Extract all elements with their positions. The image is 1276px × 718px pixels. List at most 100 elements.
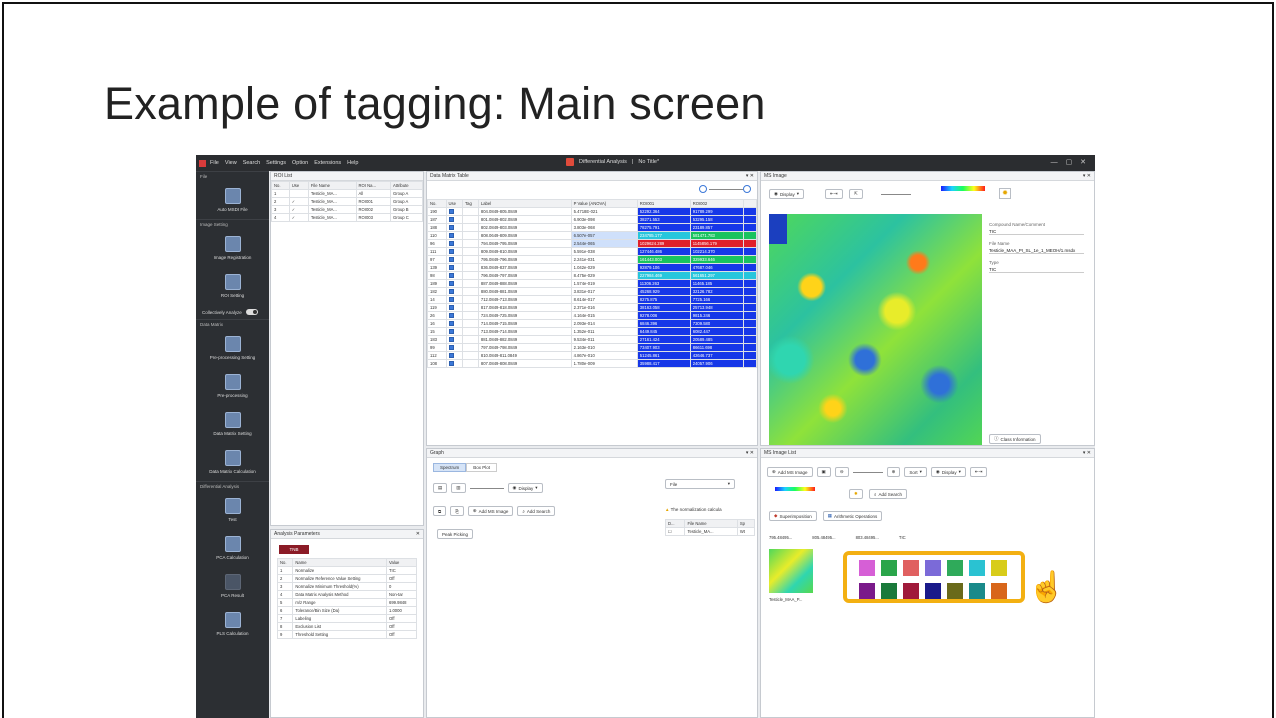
sun-icon[interactable]: ✹ bbox=[999, 188, 1011, 199]
paste-icon[interactable]: ⎘ bbox=[450, 506, 464, 516]
table-row[interactable]: 188 802.0849-803.0849 3.803e-068 78275.791 2… bbox=[427, 223, 757, 232]
checkbox-icon[interactable] bbox=[448, 208, 454, 214]
tag-color-swatch[interactable] bbox=[969, 560, 985, 576]
checkbox-icon[interactable] bbox=[448, 328, 454, 334]
checkbox-icon[interactable] bbox=[448, 344, 454, 350]
checkbox-icon[interactable] bbox=[448, 288, 454, 294]
table-row[interactable]: 190 804.0849-805.0849 5.4718E-021 52292.364… bbox=[427, 207, 757, 216]
class-information-button[interactable]: ⓘ Class Information bbox=[989, 434, 1041, 444]
collectively-analyze-toggle[interactable]: Collectively Analyze bbox=[196, 305, 269, 319]
close-icon[interactable]: ▾ ✕ bbox=[746, 172, 754, 181]
tag-color-swatch[interactable] bbox=[991, 560, 1007, 576]
tag-color-swatch[interactable] bbox=[925, 560, 941, 576]
arithmetic-button[interactable]: ▦ Arithmetic Operations bbox=[822, 511, 883, 521]
list-add-search-button[interactable]: ⌕ Add Search bbox=[869, 489, 908, 499]
checkbox-icon[interactable] bbox=[448, 272, 454, 278]
peak-picking-button[interactable]: Peak Picking bbox=[437, 529, 474, 539]
checkbox-icon[interactable] bbox=[448, 240, 454, 246]
table-row[interactable]: 97 795.0849-796.0849 2.241e-031 161443.003 3… bbox=[427, 255, 757, 264]
zoom-slider[interactable] bbox=[709, 189, 743, 190]
tab-spectrum[interactable]: Spectrum bbox=[433, 463, 467, 472]
sidebar-btn-auto-msdi[interactable]: Auto MSDI File bbox=[196, 181, 269, 219]
list-sun-button[interactable]: ✹ bbox=[849, 489, 863, 499]
sidebar-btn-preproc-setting[interactable]: Pre-processing Setting bbox=[196, 329, 269, 367]
tag-color-swatch[interactable] bbox=[859, 560, 875, 576]
menu-settings[interactable]: Settings bbox=[266, 160, 286, 166]
table-row[interactable]: 3 Normalize Minimum Threshold(%) 0 bbox=[276, 582, 418, 591]
menu-extensions[interactable]: Extensions bbox=[314, 160, 341, 166]
fit-button[interactable]: ⇤⇥ bbox=[825, 189, 843, 199]
sidebar-section-matrix[interactable]: Data Matrix bbox=[196, 319, 269, 329]
table-row[interactable]: 99 797.0849-798.0849 2.163e-010 73407.903 86… bbox=[427, 343, 757, 352]
ms-thumbnail[interactable] bbox=[769, 549, 813, 593]
add-search-button[interactable]: ⌕ Add Search bbox=[517, 506, 556, 516]
menu-file[interactable]: File bbox=[210, 160, 219, 166]
table-row[interactable]: 4 Data Matrix Analysis Method Non-tar bbox=[276, 590, 418, 599]
sidebar-btn-pls-calc[interactable]: PLS Calculation bbox=[196, 605, 269, 643]
table-row[interactable]: 183 881.0849-882.0849 9.534e-011 27161.424 2… bbox=[427, 335, 757, 344]
table-row[interactable]: 2 ✓ Testicle_MA... ROI001 Group A bbox=[271, 197, 423, 206]
tag-color-swatch[interactable] bbox=[881, 560, 897, 576]
sidebar-btn-preproc[interactable]: Pre-processing bbox=[196, 367, 269, 405]
menu-option[interactable]: Option bbox=[292, 160, 308, 166]
checkbox-icon[interactable] bbox=[448, 264, 454, 270]
zoom-in-icon[interactable]: ⊕ bbox=[886, 467, 901, 477]
tag-color-swatch[interactable] bbox=[969, 583, 985, 599]
table-row[interactable]: 14 712.0849-713.0849 8.614e-017 8275.875 772… bbox=[427, 295, 757, 304]
file-select[interactable]: File ▾ bbox=[665, 479, 735, 489]
table-row[interactable]: 189 887.0849-888.0849 1.574e-019 11306.263 1… bbox=[427, 279, 757, 288]
expand-button[interactable]: ⇱ bbox=[849, 189, 863, 199]
checkbox-icon[interactable] bbox=[448, 304, 454, 310]
table-row[interactable]: 3 ✓ Testicle_MA... ROI002 Group B bbox=[271, 205, 423, 214]
table-row[interactable]: 96 794.0849-795.0849 2.544e-065 1029624.289… bbox=[427, 239, 757, 248]
menu-view[interactable]: View bbox=[225, 160, 237, 166]
menu-search[interactable]: Search bbox=[243, 160, 260, 166]
sidebar-btn-test[interactable]: Test bbox=[196, 491, 269, 529]
checkbox-icon[interactable] bbox=[448, 216, 454, 222]
sidebar-btn-matrix-setting[interactable]: Data Matrix Setting bbox=[196, 405, 269, 443]
graph-display-button[interactable]: ◉ Display ▾ bbox=[507, 483, 543, 493]
tab-box-plot[interactable]: Box Plot bbox=[466, 463, 498, 472]
table-row[interactable]: 7 Labeling Off bbox=[276, 614, 418, 623]
checkbox-icon[interactable] bbox=[448, 360, 454, 366]
close-icon[interactable]: ✕ bbox=[416, 530, 420, 539]
sort-button[interactable]: Sort ▾ bbox=[904, 467, 927, 477]
view-mode-icon[interactable]: ▤ bbox=[433, 483, 448, 493]
sidebar-section-file[interactable]: File bbox=[196, 171, 269, 181]
zoom-in-icon[interactable] bbox=[743, 185, 751, 193]
menu-help[interactable]: Help bbox=[347, 160, 358, 166]
checkbox-icon[interactable] bbox=[448, 320, 454, 326]
checkbox-icon[interactable] bbox=[448, 248, 454, 254]
checkbox-icon[interactable] bbox=[448, 280, 454, 286]
tag-color-swatch[interactable] bbox=[859, 583, 875, 599]
table-row[interactable]: 119 817.0849-818.0849 2.371e-016 38163.058 2… bbox=[427, 303, 757, 312]
sidebar-btn-pca-result[interactable]: PCA Result bbox=[196, 567, 269, 605]
ms-display-button[interactable]: ◉ Display ▾ bbox=[769, 189, 804, 199]
close-icon[interactable]: ▾ ✕ bbox=[1083, 172, 1091, 181]
table-row[interactable]: 112 810.0849-811.0849 4.867e-010 51245.861 4… bbox=[427, 351, 757, 360]
intensity-slider[interactable] bbox=[881, 194, 911, 195]
close-icon[interactable]: ▾ ✕ bbox=[746, 449, 754, 458]
table-row[interactable]: 5 m/z Range 699.9848 bbox=[276, 598, 418, 607]
table-row[interactable]: 2 Normalize Reference Value Setting Off bbox=[276, 574, 418, 583]
sidebar-section-diff[interactable]: Differential Analysis bbox=[196, 481, 269, 491]
tag-color-swatch[interactable] bbox=[947, 583, 963, 599]
superimposition-button[interactable]: ◆ Superimposition bbox=[769, 511, 817, 521]
chart-icon[interactable]: ▥ bbox=[451, 483, 466, 493]
green-add-icon[interactable]: ▣ bbox=[816, 467, 831, 477]
table-row[interactable]: 111 809.0849-810.0849 5.591e-038 127446.486… bbox=[427, 247, 757, 256]
list-zoom-slider[interactable] bbox=[852, 472, 883, 473]
checkbox-icon[interactable] bbox=[448, 296, 454, 302]
table-row[interactable]: ☐ Testicle_MA... Wt bbox=[664, 527, 756, 536]
tag-color-swatch[interactable] bbox=[991, 583, 1007, 599]
table-row[interactable]: 6 Tolerance/Bin Size (Da) 1.0000 bbox=[276, 606, 418, 615]
list-display-button[interactable]: ◉ Display ▾ bbox=[930, 467, 966, 477]
checkbox-icon[interactable] bbox=[448, 352, 454, 358]
tag-color-swatch[interactable] bbox=[881, 583, 897, 599]
table-row[interactable]: 139 836.0849-837.0849 1.042e-029 92879.106 4… bbox=[427, 263, 757, 272]
checkbox-icon[interactable] bbox=[448, 232, 454, 238]
table-row[interactable]: 8 Exclusion List Off bbox=[276, 622, 418, 631]
sidebar-section-image[interactable]: Image Setting bbox=[196, 219, 269, 229]
close-icon[interactable]: ▾ ✕ bbox=[1083, 449, 1091, 458]
zoom-out-icon[interactable] bbox=[699, 185, 707, 193]
